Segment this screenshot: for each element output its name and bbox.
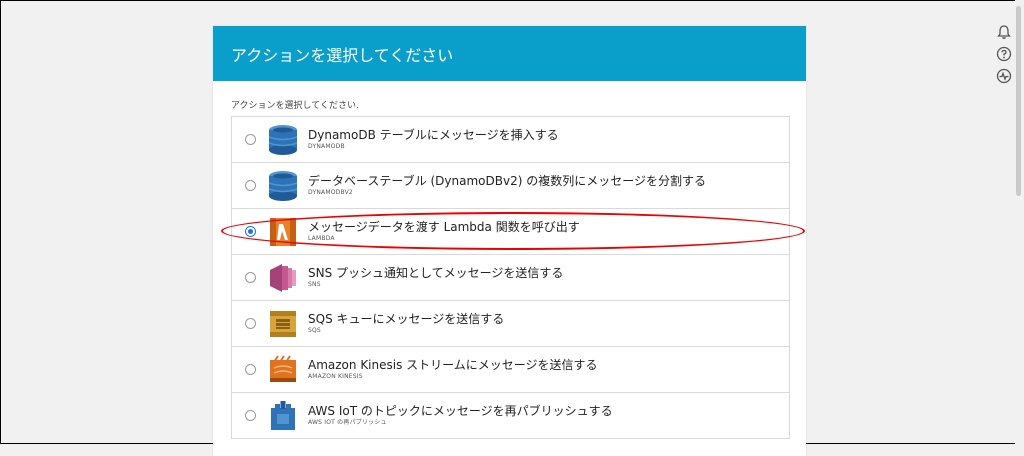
action-service: AMAZON KINESIS — [308, 373, 363, 380]
action-option-dynamodb[interactable]: DynamoDB テーブルにメッセージを挿入する DYNAMODB — [232, 117, 789, 163]
radio-button[interactable] — [245, 318, 256, 329]
action-label: DynamoDB テーブルにメッセージを挿入する — [308, 128, 559, 142]
action-service: DYNAMODBV2 — [308, 189, 353, 196]
radio-button[interactable] — [245, 134, 256, 145]
action-option-sns[interactable]: SNS プッシュ通知としてメッセージを送信する SNS — [232, 255, 789, 301]
help-icon[interactable] — [996, 46, 1012, 62]
radio-button[interactable] — [245, 180, 256, 191]
action-label: SQS キューにメッセージを送信する — [308, 312, 505, 326]
radio-button[interactable] — [245, 272, 256, 283]
dialog-title: アクションを選択してください — [231, 45, 454, 65]
dynamodb-icon — [268, 170, 298, 201]
sns-icon — [270, 263, 296, 292]
action-label: AWS IoT のトピックにメッセージを再パブリッシュする — [308, 404, 613, 418]
action-option-sqs[interactable]: SQS キューにメッセージを送信する SQS — [232, 301, 789, 347]
action-label: SNS プッシュ通知としてメッセージを送信する — [308, 266, 564, 280]
action-option-aws-iot[interactable]: AWS IoT のトピックにメッセージを再パブリッシュする AWS IOT の再… — [232, 393, 789, 439]
action-label: Amazon Kinesis ストリームにメッセージを送信する — [308, 358, 598, 372]
dynamodb-icon — [268, 124, 298, 155]
action-option-lambda[interactable]: メッセージデータを渡す Lambda 関数を呼び出す LAMBDA — [232, 209, 789, 255]
action-list: DynamoDB テーブルにメッセージを挿入する DYNAMODB データベース… — [231, 116, 790, 439]
action-service: DYNAMODB — [308, 143, 345, 150]
dialog-header: アクションを選択してください — [213, 26, 806, 81]
activity-icon[interactable] — [996, 68, 1012, 84]
sqs-icon — [270, 310, 296, 337]
action-service: SQS — [308, 327, 321, 334]
action-service: AWS IOT の再パブリッシュ — [308, 419, 387, 426]
select-action-dialog: アクションを選択してください アクションを選択してください. DynamoDB … — [213, 26, 806, 456]
action-service: LAMBDA — [308, 235, 335, 242]
iot-icon — [271, 400, 295, 430]
action-service: SNS — [308, 281, 321, 288]
instruction-text: アクションを選択してください. — [231, 101, 359, 111]
radio-button[interactable] — [245, 410, 256, 421]
action-label: データベーステーブル (DynamoDBv2) の複数列にメッセージを分割する — [308, 174, 706, 188]
scrollbar-thumb[interactable] — [1016, 6, 1021, 196]
right-toolbar — [996, 24, 1014, 90]
radio-button[interactable] — [245, 364, 256, 375]
radio-button-selected[interactable] — [245, 226, 256, 237]
kinesis-icon — [270, 354, 296, 382]
action-option-kinesis[interactable]: Amazon Kinesis ストリームにメッセージを送信する AMAZON K… — [232, 347, 789, 393]
action-label: メッセージデータを渡す Lambda 関数を呼び出す — [308, 220, 580, 234]
action-option-dynamodbv2[interactable]: データベーステーブル (DynamoDBv2) の複数列にメッセージを分割する … — [232, 163, 789, 209]
lambda-icon — [270, 217, 296, 246]
bell-icon[interactable] — [996, 24, 1012, 40]
